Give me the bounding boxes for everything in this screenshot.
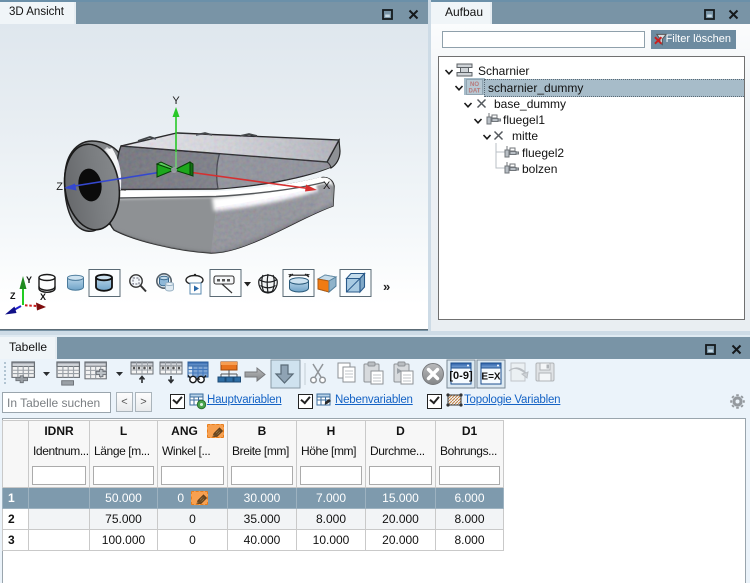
svg-text:DAT: DAT	[469, 89, 481, 95]
svg-text:Y: Y	[26, 275, 32, 285]
svg-text:E=X: E=X	[481, 372, 501, 383]
svg-text:»: »	[383, 279, 390, 294]
svg-text:Z: Z	[56, 181, 63, 193]
svg-text:Z: Z	[10, 291, 16, 301]
svg-text:[0-9]: [0-9]	[449, 370, 473, 382]
svg-text:X: X	[323, 180, 331, 192]
svg-text:NO: NO	[470, 82, 479, 88]
svg-text:X: X	[40, 292, 46, 302]
svg-text:Y: Y	[172, 95, 180, 107]
